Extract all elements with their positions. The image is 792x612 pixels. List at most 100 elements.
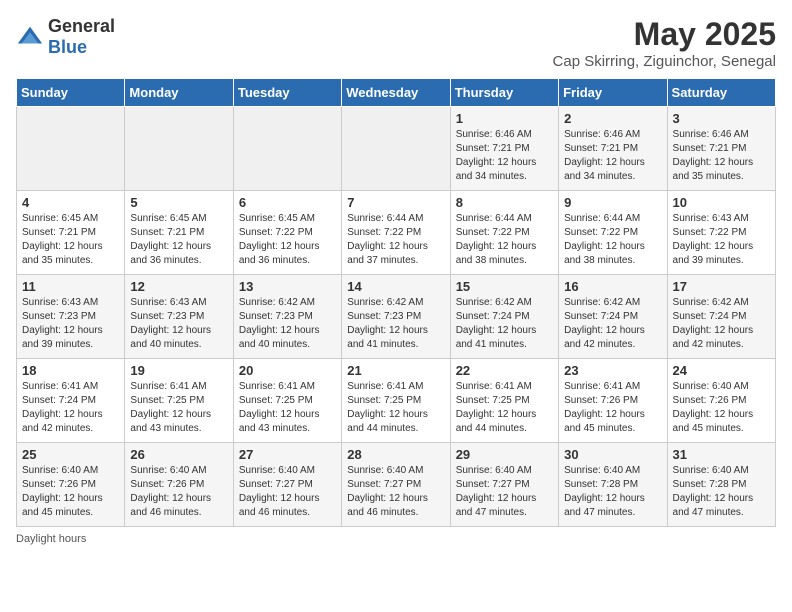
col-header-wednesday: Wednesday [342,79,450,107]
day-info: Sunrise: 6:41 AM Sunset: 7:25 PM Dayligh… [347,380,444,436]
calendar-week-row: 1 Sunrise: 6:46 AM Sunset: 7:21 PM Daylig… [17,107,776,191]
calendar-cell [17,107,125,191]
calendar-cell: 5Sunrise: 6:45 AM Sunset: 7:21 PM Daylig… [125,191,233,275]
calendar-cell: 26 Sunrise: 6:40 AM Sunset: 7:26 PM Dayli… [125,443,233,527]
calendar-cell: 30 Sunrise: 6:40 AM Sunset: 7:28 PM Dayli… [559,443,667,527]
col-header-saturday: Saturday [667,79,775,107]
page-header: General Blue May 2025 Cap Skirring, Zigu… [16,16,776,70]
calendar-cell: 15Sunrise: 6:42 AM Sunset: 7:24 PM Dayli… [450,275,558,359]
calendar-cell: 16 Sunrise: 6:42 AM Sunset: 7:24 PM Dayli… [559,275,667,359]
calendar-week-row: 18Sunrise: 6:41 AM Sunset: 7:24 PM Dayli… [17,359,776,443]
day-number: 21 [347,363,444,378]
day-info: Sunrise: 6:41 AM Sunset: 7:26 PM Dayligh… [564,380,661,436]
col-header-friday: Friday [559,79,667,107]
day-info: Sunrise: 6:45 AM Sunset: 7:22 PM Dayligh… [239,212,336,268]
day-number: 10 [673,195,770,210]
calendar-table: SundayMondayTuesdayWednesdayThursdayFrid… [16,78,776,527]
calendar-cell [342,107,450,191]
day-number: 1 [456,111,553,126]
calendar-week-row: 11 Sunrise: 6:43 AM Sunset: 7:23 PM Dayli… [17,275,776,359]
day-number: 26 [130,447,227,462]
calendar-cell: 1 Sunrise: 6:46 AM Sunset: 7:21 PM Daylig… [450,107,558,191]
day-info: Sunrise: 6:43 AM Sunset: 7:22 PM Dayligh… [673,212,770,268]
title-block: May 2025 Cap Skirring, Ziguinchor, Seneg… [553,16,776,70]
calendar-cell: 2Sunrise: 6:46 AM Sunset: 7:21 PM Daylig… [559,107,667,191]
day-info: Sunrise: 6:43 AM Sunset: 7:23 PM Dayligh… [22,296,119,352]
day-info: Sunrise: 6:41 AM Sunset: 7:25 PM Dayligh… [130,380,227,436]
day-number: 28 [347,447,444,462]
calendar-cell [233,107,341,191]
calendar-cell: 21 Sunrise: 6:41 AM Sunset: 7:25 PM Dayli… [342,359,450,443]
day-info: Sunrise: 6:41 AM Sunset: 7:25 PM Dayligh… [456,380,553,436]
calendar-cell: 29 Sunrise: 6:40 AM Sunset: 7:27 PM Dayli… [450,443,558,527]
day-number: 11 [22,279,119,294]
day-info: Sunrise: 6:43 AM Sunset: 7:23 PM Dayligh… [130,296,227,352]
month-year-title: May 2025 [553,16,776,53]
day-number: 24 [673,363,770,378]
day-info: Sunrise: 6:40 AM Sunset: 7:26 PM Dayligh… [22,464,119,520]
day-number: 25 [22,447,119,462]
day-number: 30 [564,447,661,462]
daylight-label: Daylight hours [16,533,86,545]
day-number: 3 [673,111,770,126]
day-info: Sunrise: 6:40 AM Sunset: 7:26 PM Dayligh… [130,464,227,520]
day-number: 29 [456,447,553,462]
day-number: 9 [564,195,661,210]
calendar-cell: 9 Sunrise: 6:44 AM Sunset: 7:22 PM Daylig… [559,191,667,275]
day-number: 18 [22,363,119,378]
location-subtitle: Cap Skirring, Ziguinchor, Senegal [553,53,776,70]
calendar-header-row: SundayMondayTuesdayWednesdayThursdayFrid… [17,79,776,107]
day-number: 5 [130,195,227,210]
day-number: 20 [239,363,336,378]
calendar-week-row: 25 Sunrise: 6:40 AM Sunset: 7:26 PM Dayli… [17,443,776,527]
day-info: Sunrise: 6:46 AM Sunset: 7:21 PM Dayligh… [456,128,553,184]
footer: Daylight hours [16,533,776,545]
calendar-cell [125,107,233,191]
calendar-cell: 31Sunrise: 6:40 AM Sunset: 7:28 PM Dayli… [667,443,775,527]
logo: General Blue [16,16,115,58]
calendar-cell: 8Sunrise: 6:44 AM Sunset: 7:22 PM Daylig… [450,191,558,275]
calendar-cell: 20Sunrise: 6:41 AM Sunset: 7:25 PM Dayli… [233,359,341,443]
day-info: Sunrise: 6:40 AM Sunset: 7:26 PM Dayligh… [673,380,770,436]
logo-blue: Blue [48,37,87,57]
day-number: 23 [564,363,661,378]
col-header-tuesday: Tuesday [233,79,341,107]
day-number: 6 [239,195,336,210]
day-info: Sunrise: 6:40 AM Sunset: 7:27 PM Dayligh… [456,464,553,520]
day-number: 14 [347,279,444,294]
col-header-monday: Monday [125,79,233,107]
day-info: Sunrise: 6:44 AM Sunset: 7:22 PM Dayligh… [456,212,553,268]
calendar-cell: 6 Sunrise: 6:45 AM Sunset: 7:22 PM Daylig… [233,191,341,275]
calendar-cell: 3 Sunrise: 6:46 AM Sunset: 7:21 PM Daylig… [667,107,775,191]
day-info: Sunrise: 6:40 AM Sunset: 7:28 PM Dayligh… [564,464,661,520]
day-number: 27 [239,447,336,462]
calendar-cell: 28Sunrise: 6:40 AM Sunset: 7:27 PM Dayli… [342,443,450,527]
calendar-cell: 11 Sunrise: 6:43 AM Sunset: 7:23 PM Dayli… [17,275,125,359]
day-number: 16 [564,279,661,294]
day-info: Sunrise: 6:42 AM Sunset: 7:24 PM Dayligh… [564,296,661,352]
day-number: 4 [22,195,119,210]
calendar-cell: 14 Sunrise: 6:42 AM Sunset: 7:23 PM Dayli… [342,275,450,359]
day-number: 15 [456,279,553,294]
calendar-cell: 17Sunrise: 6:42 AM Sunset: 7:24 PM Dayli… [667,275,775,359]
day-info: Sunrise: 6:42 AM Sunset: 7:23 PM Dayligh… [347,296,444,352]
day-number: 22 [456,363,553,378]
day-info: Sunrise: 6:46 AM Sunset: 7:21 PM Dayligh… [673,128,770,184]
calendar-cell: 23 Sunrise: 6:41 AM Sunset: 7:26 PM Dayli… [559,359,667,443]
day-number: 12 [130,279,227,294]
logo-general: General [48,16,115,36]
day-info: Sunrise: 6:42 AM Sunset: 7:23 PM Dayligh… [239,296,336,352]
day-info: Sunrise: 6:44 AM Sunset: 7:22 PM Dayligh… [347,212,444,268]
logo-icon [16,23,44,51]
calendar-cell: 13Sunrise: 6:42 AM Sunset: 7:23 PM Dayli… [233,275,341,359]
day-info: Sunrise: 6:42 AM Sunset: 7:24 PM Dayligh… [673,296,770,352]
calendar-cell: 18Sunrise: 6:41 AM Sunset: 7:24 PM Dayli… [17,359,125,443]
col-header-sunday: Sunday [17,79,125,107]
calendar-cell: 22 Sunrise: 6:41 AM Sunset: 7:25 PM Dayli… [450,359,558,443]
col-header-thursday: Thursday [450,79,558,107]
day-info: Sunrise: 6:44 AM Sunset: 7:22 PM Dayligh… [564,212,661,268]
calendar-cell: 4Sunrise: 6:45 AM Sunset: 7:21 PM Daylig… [17,191,125,275]
calendar-cell: 19Sunrise: 6:41 AM Sunset: 7:25 PM Dayli… [125,359,233,443]
calendar-cell: 24 Sunrise: 6:40 AM Sunset: 7:26 PM Dayli… [667,359,775,443]
day-number: 7 [347,195,444,210]
